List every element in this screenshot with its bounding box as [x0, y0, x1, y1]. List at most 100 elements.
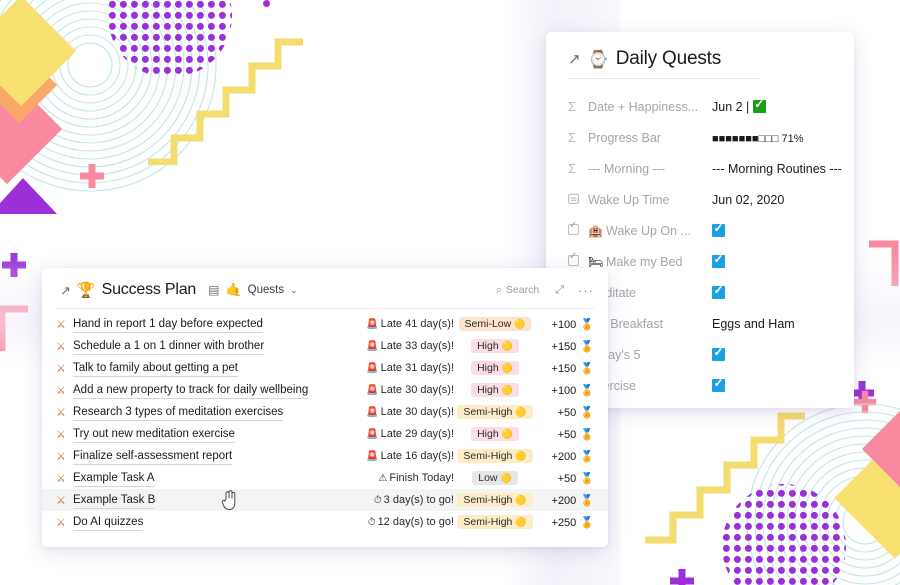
- task-name[interactable]: Example Task A: [73, 470, 155, 487]
- points-cell: +200 🏅: [536, 494, 594, 507]
- checked-checkbox-icon[interactable]: [712, 283, 725, 299]
- progress-bar-text: ■■■■■■■□□□ 71%: [712, 132, 804, 145]
- due-status-text: Late 30 day(s)!: [380, 384, 454, 396]
- daily-quest-row[interactable]: Σ --- Morning --- --- Morning Routines ---: [546, 153, 854, 184]
- due-status-text: Late 29 day(s)!: [380, 428, 454, 440]
- daily-quest-value[interactable]: [712, 345, 854, 362]
- table-row[interactable]: ⚔ Research 3 types of meditation exercise…: [42, 401, 608, 423]
- priority-label: Low: [478, 472, 498, 484]
- daily-quest-value[interactable]: [712, 376, 854, 393]
- daily-quest-value[interactable]: --- Morning Routines ---: [712, 162, 854, 176]
- coin-icon: 🟡: [500, 472, 512, 483]
- view-selector-label[interactable]: Quests: [248, 284, 284, 296]
- row-emoji-icon: 🏨: [588, 223, 603, 238]
- checked-checkbox-icon[interactable]: [712, 376, 725, 392]
- status-badge[interactable]: Semi-High 🟡: [457, 515, 533, 529]
- sigma-icon: Σ: [568, 130, 577, 145]
- task-name-cell[interactable]: Example Task A: [73, 470, 344, 487]
- status-badge[interactable]: High 🟡: [471, 361, 519, 375]
- task-name[interactable]: Try out new meditation exercise: [73, 426, 235, 443]
- daily-quest-value[interactable]: ■■■■■■■□□□ 71%: [712, 131, 854, 145]
- points-cell: +150 🏅: [536, 362, 594, 375]
- table-row[interactable]: ⚔ Talk to family about getting a pet 🚨 Late…: [42, 357, 608, 379]
- points-value: +250: [551, 516, 577, 529]
- priority-cell[interactable]: Semi-High 🟡: [454, 515, 536, 529]
- task-name[interactable]: Hand in report 1 day before expected: [73, 316, 263, 333]
- table-row[interactable]: ⚔ Finalize self-assessment report 🚨 Late 16…: [42, 445, 608, 467]
- sigma-icon: Σ: [568, 99, 577, 114]
- daily-quest-value[interactable]: Jun 02, 2020: [712, 193, 854, 207]
- checked-checkbox-icon[interactable]: [712, 252, 725, 268]
- table-row[interactable]: ⚔ Example Task A ⚠ Finish Today! Low 🟡 +50 🏅: [42, 467, 608, 489]
- medal-icon: 🏅: [580, 516, 594, 529]
- open-in-new-icon[interactable]: ↗: [60, 284, 71, 297]
- priority-cell[interactable]: High 🟡: [454, 383, 536, 397]
- task-name-cell[interactable]: Try out new meditation exercise: [73, 426, 344, 443]
- status-badge[interactable]: High 🟡: [471, 339, 519, 353]
- daily-quest-row[interactable]: Σ Date + Happiness... Jun 2 |: [546, 91, 854, 122]
- priority-cell[interactable]: High 🟡: [454, 339, 536, 353]
- task-name[interactable]: Research 3 types of meditation exercises: [73, 404, 284, 421]
- task-name-cell[interactable]: Finalize self-assessment report: [73, 448, 344, 465]
- priority-cell[interactable]: Semi-High 🟡: [454, 449, 536, 463]
- table-row[interactable]: ⚔ Schedule a 1 on 1 dinner with brother 🚨 L…: [42, 335, 608, 357]
- daily-quest-row[interactable]: Wake Up Time Jun 02, 2020: [546, 184, 854, 215]
- task-name-cell[interactable]: Research 3 types of meditation exercises: [73, 404, 344, 421]
- status-badge[interactable]: Low 🟡: [472, 471, 518, 485]
- due-status-cell: 🚨 Late 29 day(s)!: [344, 428, 454, 440]
- chevron-down-icon[interactable]: ⌄: [290, 285, 298, 296]
- task-name[interactable]: Add a new property to track for daily we…: [73, 382, 309, 399]
- priority-label: Semi-High: [463, 516, 513, 528]
- medal-icon: 🏅: [580, 472, 594, 485]
- table-row[interactable]: ⚔ Try out new meditation exercise 🚨 Late 29…: [42, 423, 608, 445]
- status-badge[interactable]: Semi-High 🟡: [457, 493, 533, 507]
- checked-checkbox-icon[interactable]: [712, 345, 725, 361]
- status-badge[interactable]: High 🟡: [471, 383, 519, 397]
- task-name[interactable]: Example Task B: [73, 492, 156, 509]
- task-name-cell[interactable]: Talk to family about getting a pet: [73, 360, 344, 377]
- table-row[interactable]: ⚔ Add a new property to track for daily w…: [42, 379, 608, 401]
- priority-cell[interactable]: Semi-High 🟡: [454, 493, 536, 507]
- priority-cell[interactable]: High 🟡: [454, 427, 536, 441]
- status-badge[interactable]: Semi-High 🟡: [457, 449, 533, 463]
- daily-quest-value[interactable]: [712, 283, 854, 300]
- daily-quest-row[interactable]: 🏨Wake Up On ...: [546, 215, 854, 246]
- checked-checkbox-icon[interactable]: [712, 221, 725, 237]
- task-name-cell[interactable]: Example Task B: [73, 492, 344, 509]
- search-button[interactable]: ⌕ Search: [496, 284, 539, 297]
- task-name[interactable]: Schedule a 1 on 1 dinner with brother: [73, 338, 265, 355]
- database-icon[interactable]: ▤: [208, 283, 219, 297]
- more-options-icon[interactable]: ···: [578, 283, 594, 298]
- priority-cell[interactable]: Low 🟡: [454, 471, 536, 485]
- crossed-swords-icon: ⚔: [56, 516, 66, 529]
- success-plan-title: Success Plan: [101, 281, 197, 298]
- table-row[interactable]: ⚔ Example Task B ⏱ 3 day(s) to go! Semi-High…: [42, 489, 608, 511]
- purple-dot-small-shape: [263, 0, 270, 7]
- coin-icon: 🟡: [514, 318, 526, 329]
- priority-cell[interactable]: Semi-High 🟡: [454, 405, 536, 419]
- status-badge[interactable]: Semi-High 🟡: [457, 405, 533, 419]
- expand-icon[interactable]: ⤢: [555, 284, 564, 297]
- table-row[interactable]: ⚔ Hand in report 1 day before expected 🚨 La…: [42, 313, 608, 335]
- task-name[interactable]: Finalize self-assessment report: [73, 448, 233, 465]
- task-name[interactable]: Do AI quizzes: [73, 514, 144, 531]
- priority-cell[interactable]: High 🟡: [454, 361, 536, 375]
- daily-quest-value[interactable]: [712, 252, 854, 269]
- task-name-cell[interactable]: Do AI quizzes: [73, 514, 344, 531]
- due-status-cell: 🚨 Late 33 day(s)!: [344, 340, 454, 352]
- daily-quest-value[interactable]: Jun 2 |: [712, 97, 854, 114]
- task-name-cell[interactable]: Schedule a 1 on 1 dinner with brother: [73, 338, 344, 355]
- task-name[interactable]: Talk to family about getting a pet: [73, 360, 238, 377]
- crossed-swords-icon: ⚔: [56, 406, 66, 419]
- status-badge[interactable]: Semi-Low 🟡: [458, 317, 532, 331]
- open-in-new-icon[interactable]: ↗: [568, 52, 581, 67]
- daily-quest-value[interactable]: Eggs and Ham: [712, 317, 854, 331]
- due-status-icon: ⚠: [378, 473, 388, 484]
- daily-quest-value[interactable]: [712, 221, 854, 238]
- task-name-cell[interactable]: Hand in report 1 day before expected: [73, 316, 344, 333]
- status-badge[interactable]: High 🟡: [471, 427, 519, 441]
- task-name-cell[interactable]: Add a new property to track for daily we…: [73, 382, 344, 399]
- priority-cell[interactable]: Semi-Low 🟡: [454, 317, 536, 331]
- daily-quest-row[interactable]: Σ Progress Bar ■■■■■■■□□□ 71%: [546, 122, 854, 153]
- table-row[interactable]: ⚔ Do AI quizzes ⏱ 12 day(s) to go! Semi-High…: [42, 511, 608, 533]
